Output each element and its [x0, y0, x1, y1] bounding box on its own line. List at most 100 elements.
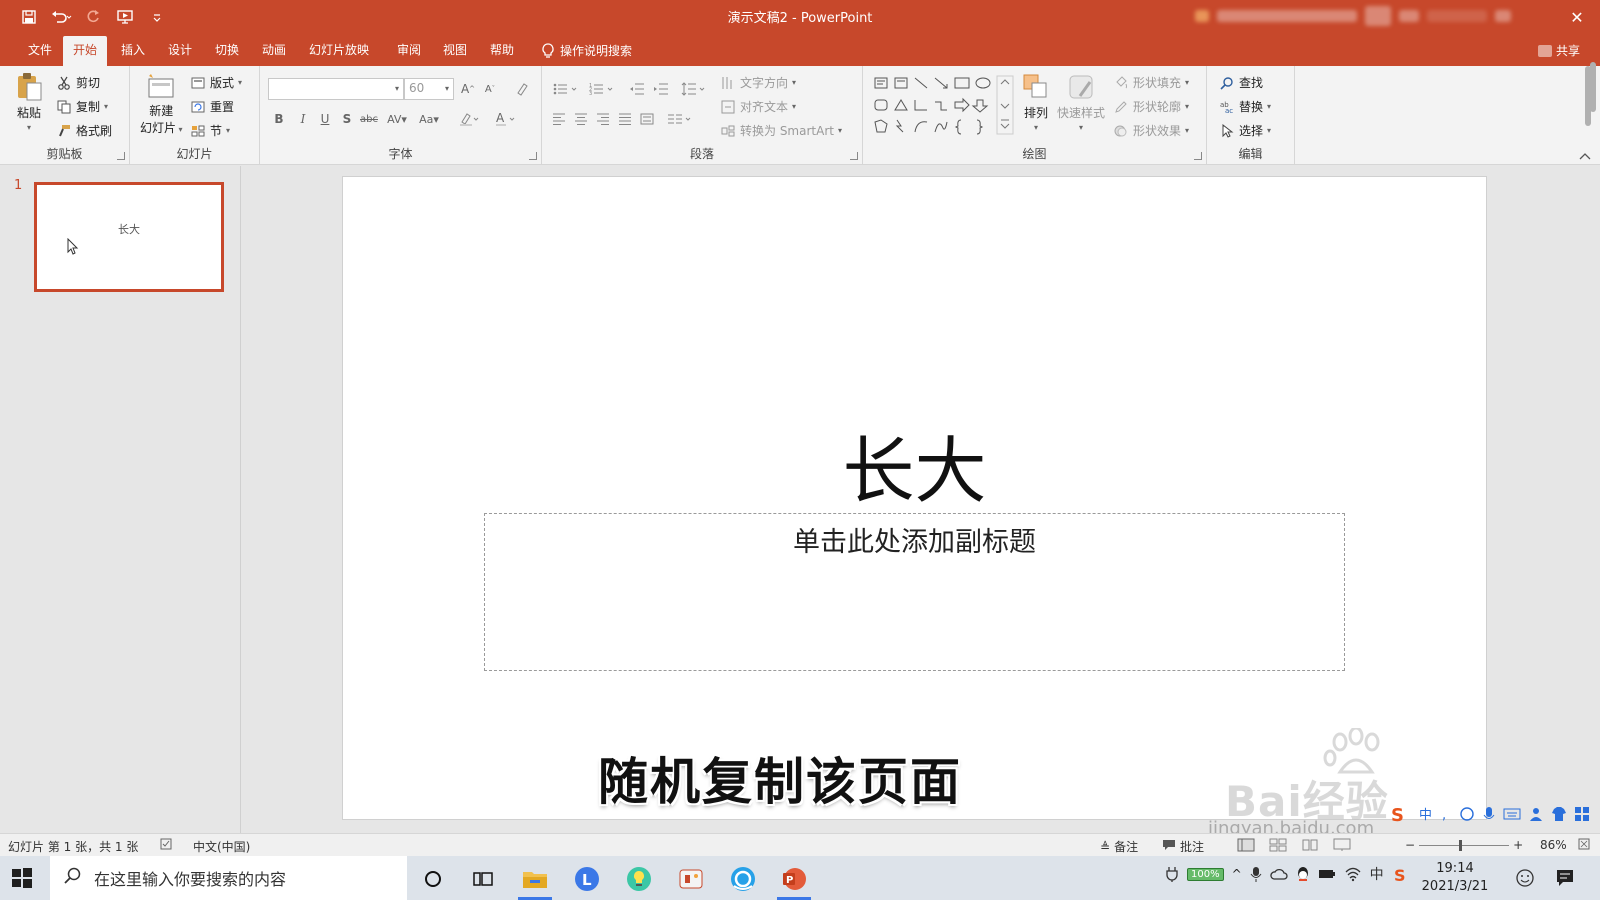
strikethrough-icon[interactable]: abc	[360, 110, 378, 128]
arrange-button[interactable]: 排列 ▾	[1021, 72, 1051, 132]
highlight-icon[interactable]	[456, 110, 482, 128]
slide-thumbnail[interactable]: 长大	[34, 182, 224, 292]
slide-thumbnails-pane[interactable]: 1 长大	[0, 166, 241, 833]
file-explorer-icon[interactable]	[518, 862, 552, 900]
ribbon-tab[interactable]: 幻灯片放映	[299, 34, 379, 66]
shape-fill-button[interactable]: 形状填充 ▾	[1113, 74, 1189, 91]
ribbon-tab[interactable]: 视图	[433, 34, 477, 66]
font-size-combo[interactable]: 60 ▾	[404, 78, 454, 100]
select-button[interactable]: 选择 ▾	[1219, 122, 1271, 139]
clipboard-dialog-launcher[interactable]	[117, 152, 125, 160]
change-case-icon[interactable]: Aa▾	[416, 110, 442, 128]
ribbon-tab[interactable]: 切换	[205, 34, 249, 66]
share-button[interactable]: 共享	[1537, 42, 1580, 59]
text-direction-button[interactable]: 文字方向 ▾	[720, 74, 796, 91]
ime-emoji-icon[interactable]	[1459, 806, 1475, 822]
clear-formatting-icon[interactable]	[513, 80, 531, 98]
ribbon-tab[interactable]: 文件	[18, 34, 62, 66]
ribbon-tab[interactable]: 动画	[252, 34, 296, 66]
spellcheck-icon[interactable]	[160, 838, 174, 850]
ribbon-scroll-thumb[interactable]	[1590, 62, 1596, 112]
underline-icon[interactable]: U	[316, 110, 334, 128]
increase-indent-icon[interactable]	[652, 80, 670, 98]
layout-button[interactable]: 版式 ▾	[190, 74, 242, 91]
task-view-icon[interactable]	[466, 862, 500, 896]
fit-to-window-icon[interactable]	[1578, 838, 1590, 850]
shapes-gallery[interactable]	[873, 74, 1015, 136]
ribbon-tab[interactable]: 开始	[63, 36, 108, 66]
power-plug-icon[interactable]	[1165, 866, 1179, 882]
font-color-icon[interactable]: A	[492, 110, 518, 128]
character-spacing-icon[interactable]: AV▾	[384, 110, 410, 128]
replace-button[interactable]: ab ac 替换 ▾	[1219, 98, 1271, 115]
windows-start-icon[interactable]	[10, 866, 34, 890]
slideshow-view-icon[interactable]	[1333, 838, 1351, 852]
align-center-icon[interactable]	[572, 110, 590, 128]
emoji-tray-icon[interactable]	[1515, 868, 1535, 891]
battery-icon[interactable]	[1318, 868, 1336, 880]
bold-icon[interactable]: B	[270, 110, 288, 128]
zoom-level[interactable]: 86%	[1540, 838, 1567, 852]
ribbon-tab[interactable]: 插入	[111, 34, 155, 66]
ime-voice-icon[interactable]	[1482, 806, 1496, 822]
italic-icon[interactable]: I	[294, 110, 312, 128]
zoom-slider-thumb[interactable]	[1459, 839, 1463, 851]
align-right-icon[interactable]	[594, 110, 612, 128]
ribbon-tab[interactable]: 帮助	[480, 34, 524, 66]
drawing-dialog-launcher[interactable]	[1194, 152, 1202, 160]
new-slide-button[interactable]: 新建 幻灯片 ▾	[140, 72, 183, 136]
sogou-tray-icon[interactable]: S	[1392, 865, 1410, 883]
slide-title[interactable]: 长大	[343, 412, 1486, 517]
justify-icon[interactable]	[616, 110, 634, 128]
notes-button[interactable]: ≜ 备注	[1100, 838, 1138, 855]
distributed-icon[interactable]	[638, 110, 656, 128]
numbering-icon[interactable]: 123	[588, 80, 616, 98]
ime-user-icon[interactable]	[1528, 806, 1544, 822]
text-shadow-icon[interactable]: S	[338, 110, 356, 128]
wifi-icon[interactable]	[1344, 866, 1362, 882]
reading-view-icon[interactable]	[1301, 838, 1319, 852]
browser-app-icon[interactable]	[726, 862, 760, 896]
ime-indicator[interactable]: 中	[1370, 864, 1384, 884]
zoom-in-icon[interactable]: +	[1513, 838, 1523, 852]
align-text-button[interactable]: 对齐文本 ▾	[720, 98, 796, 115]
font-dialog-launcher[interactable]	[529, 152, 537, 160]
columns-icon[interactable]	[666, 110, 694, 128]
bullets-icon[interactable]	[552, 80, 580, 98]
powerpoint-app-icon[interactable]: P	[777, 862, 811, 900]
app-l-icon[interactable]: L	[570, 862, 604, 896]
align-left-icon[interactable]	[550, 110, 568, 128]
collapse-ribbon-icon[interactable]	[1578, 150, 1592, 160]
zoom-out-icon[interactable]: −	[1405, 838, 1415, 852]
ime-keyboard-icon[interactable]	[1503, 807, 1521, 821]
comments-button[interactable]: 批注	[1162, 838, 1204, 855]
ribbon-tab[interactable]: 审阅	[387, 34, 431, 66]
slide-sorter-icon[interactable]	[1269, 838, 1287, 852]
qq-icon[interactable]	[1296, 866, 1310, 882]
slide-canvas[interactable]: 长大 单击此处添加副标题	[342, 176, 1487, 820]
lightbulb-app-icon[interactable]	[622, 862, 656, 896]
chevron-up-icon[interactable]: ^	[1232, 867, 1242, 881]
language-status[interactable]: 中文(中国)	[193, 838, 250, 855]
increase-font-size-icon[interactable]: A ^	[459, 80, 477, 98]
format-painter-button[interactable]: 格式刷	[56, 122, 112, 139]
reset-button[interactable]: 重置	[190, 98, 234, 115]
onedrive-icon[interactable]	[1270, 868, 1288, 880]
shape-effects-button[interactable]: 形状效果 ▾	[1113, 122, 1189, 139]
ime-mode-icon[interactable]: 中	[1417, 806, 1433, 822]
ime-skin-icon[interactable]	[1551, 806, 1567, 822]
microphone-icon[interactable]	[1250, 866, 1262, 882]
section-button[interactable]: 节 ▾	[190, 122, 230, 139]
tell-me-search[interactable]: 操作说明搜索	[540, 42, 632, 59]
notification-center-icon[interactable]	[1555, 868, 1575, 888]
sogou-icon[interactable]: S	[1390, 804, 1410, 824]
subtitle-placeholder[interactable]: 单击此处添加副标题	[484, 513, 1345, 671]
ribbon-tab[interactable]: 设计	[158, 34, 202, 66]
battery-indicator[interactable]: 100%	[1187, 867, 1224, 881]
taskbar-search-box[interactable]: 在这里输入你要搜索的内容	[50, 856, 407, 900]
convert-smartart-button[interactable]: 转换为 SmartArt ▾	[720, 122, 842, 139]
ime-punct-icon[interactable]: ,	[1440, 806, 1452, 822]
ime-toolbox-icon[interactable]	[1574, 806, 1590, 822]
cortana-icon[interactable]	[416, 862, 450, 896]
find-button[interactable]: 查找	[1219, 74, 1263, 91]
